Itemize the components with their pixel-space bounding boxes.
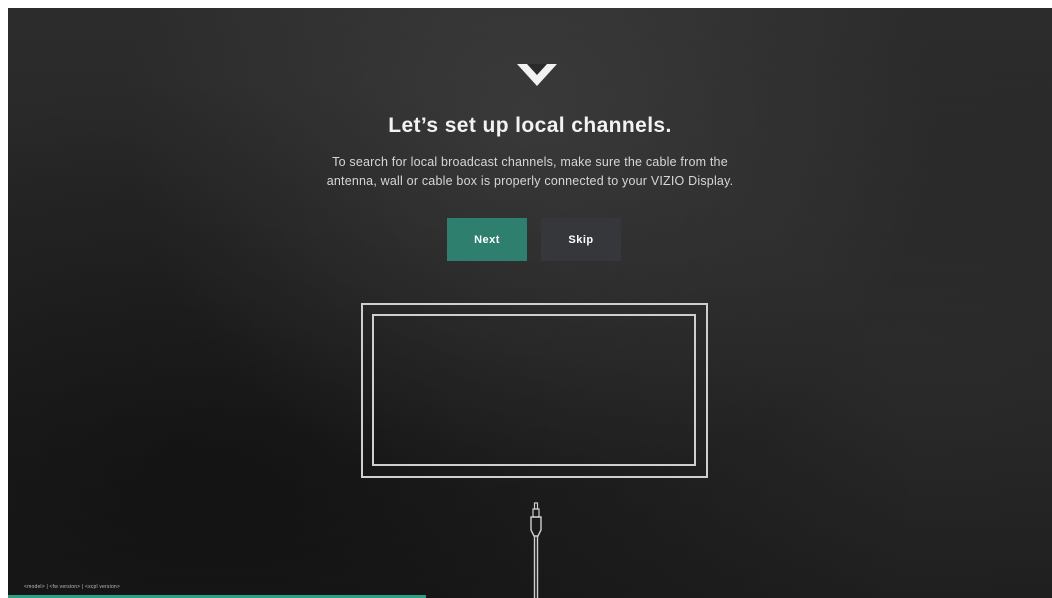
model-label: <model>	[24, 584, 45, 590]
next-button[interactable]: Next	[447, 218, 527, 261]
page-title: Let’s set up local channels.	[388, 114, 672, 137]
vizio-logo-icon	[517, 64, 557, 86]
version-info: <model> | <fw version> | <scpl version>	[24, 584, 120, 590]
coax-cable-icon	[530, 502, 542, 598]
setup-screen: Let’s set up local channels. To search f…	[8, 8, 1052, 598]
description-line-2: antenna, wall or cable box is properly c…	[326, 174, 734, 188]
tv-screen-outline	[372, 314, 696, 466]
scpl-version-label: <scpl version>	[84, 584, 121, 590]
description-line-1: To search for local broadcast channels, …	[332, 155, 728, 169]
footer-separator-1: |	[46, 584, 48, 590]
page-description: To search for local broadcast channels, …	[8, 153, 1052, 191]
footer-separator-2: |	[81, 584, 84, 590]
skip-button[interactable]: Skip	[541, 218, 621, 261]
fw-version-label: <fw version>	[49, 584, 81, 590]
